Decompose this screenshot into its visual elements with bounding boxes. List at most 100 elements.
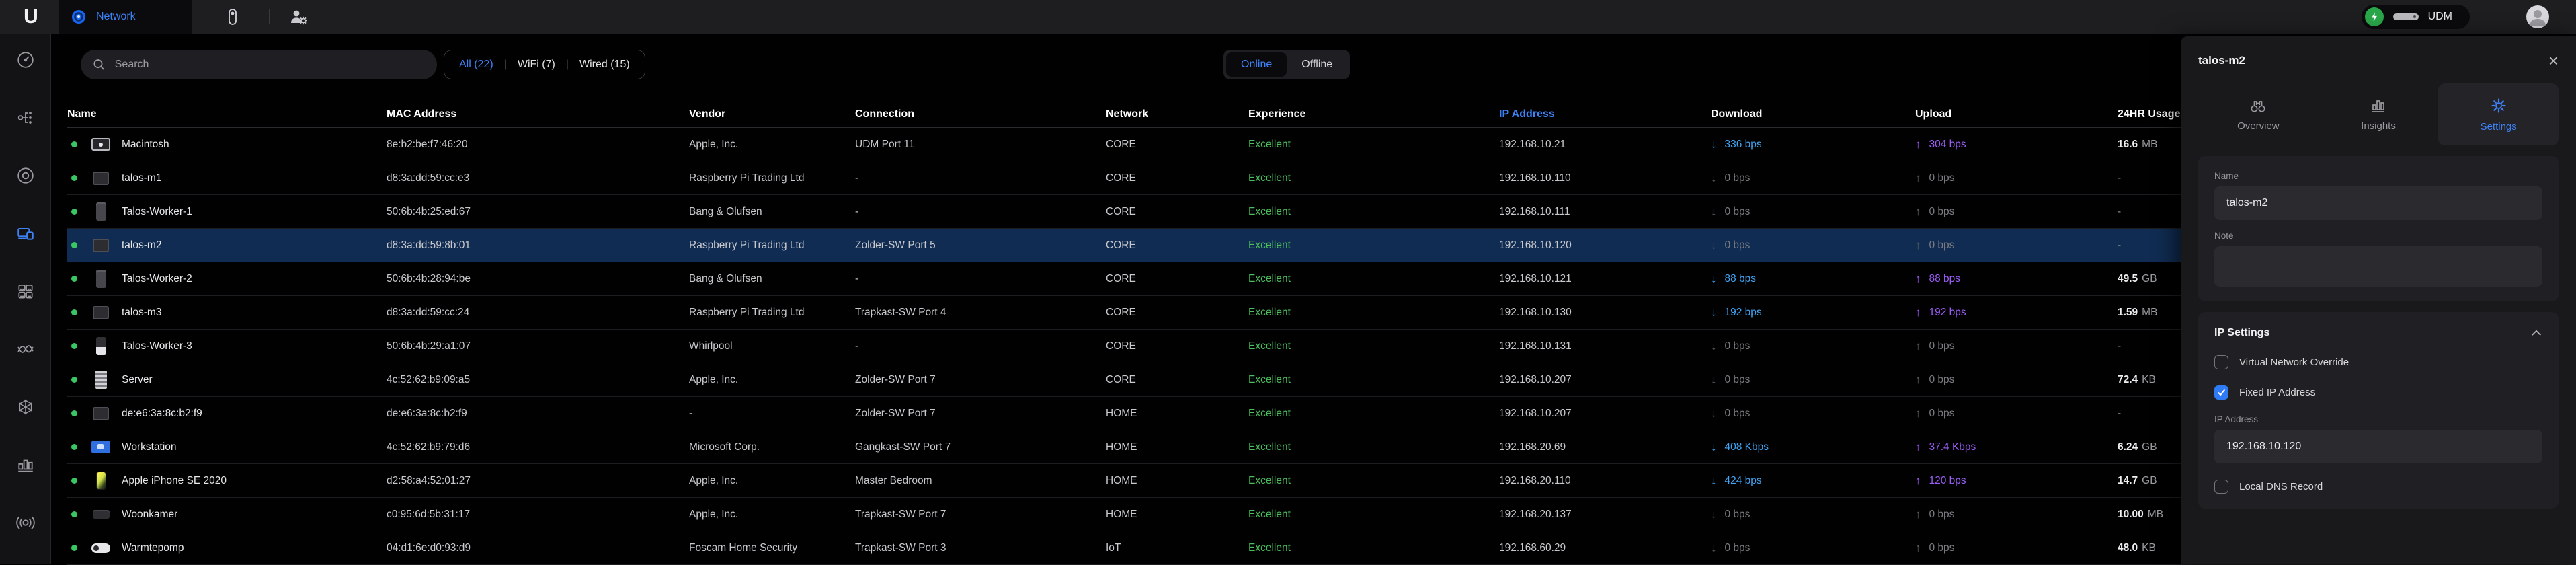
tab-settings[interactable]: Settings	[2438, 83, 2559, 145]
download-cell: ↓408 Kbps	[1711, 441, 1915, 454]
connection: -	[855, 206, 1106, 218]
sidebar-item-sdwan[interactable]	[15, 397, 36, 417]
column-header[interactable]: Name	[67, 108, 387, 120]
checkbox-fixed-ip-address[interactable]: Fixed IP Address	[2214, 385, 2542, 400]
upload-cell: ↑192 bps	[1915, 306, 2118, 319]
mac-address: 04:d1:6e:d0:93:d9	[387, 542, 689, 554]
column-header[interactable]: Vendor	[689, 108, 855, 120]
ip-address: 192.168.10.207	[1499, 408, 1711, 420]
identity-section: Name Note	[2198, 156, 2559, 301]
filter-wired[interactable]: Wired (15)	[579, 59, 630, 71]
note-label: Note	[2214, 231, 2542, 241]
sidebar-item-insights[interactable]	[15, 339, 36, 359]
column-header[interactable]: Download	[1711, 108, 1915, 120]
upload-cell: ↑0 bps	[1915, 541, 2118, 555]
note-field[interactable]	[2214, 246, 2542, 287]
sidebar-item-hotspot[interactable]	[15, 513, 36, 533]
vendor: Apple, Inc.	[689, 475, 855, 487]
experience: Excellent	[1248, 239, 1499, 252]
panel-tabs: Overview Insights Settings	[2198, 83, 2559, 145]
vendor: Raspberry Pi Trading Ltd	[689, 239, 855, 252]
checkbox-local-dns-record[interactable]: Local DNS Record	[2214, 480, 2542, 494]
connection: Gangkast-SW Port 7	[855, 441, 1106, 453]
ip-address: 192.168.60.29	[1499, 542, 1711, 554]
device-icon	[89, 472, 112, 490]
toggle-offline[interactable]: Offline	[1287, 52, 1347, 77]
protect-app-icon[interactable]	[222, 6, 243, 28]
admins-app-icon[interactable]	[288, 6, 309, 28]
tab-insights[interactable]: Insights	[2319, 83, 2439, 145]
device-icon	[89, 306, 112, 319]
search-box[interactable]	[81, 50, 437, 79]
connection: Master Bedroom	[855, 475, 1106, 487]
download-cell: ↓0 bps	[1711, 172, 1915, 185]
insights-icon	[16, 340, 35, 359]
ip-address: 192.168.10.131	[1499, 340, 1711, 352]
search-icon	[93, 58, 106, 71]
unifi-devices-icon	[16, 166, 35, 185]
network: CORE	[1106, 139, 1248, 151]
vendor: Bang & Olufsen	[689, 273, 855, 285]
column-header[interactable]: IP Address	[1499, 108, 1711, 120]
sdwan-icon	[16, 398, 35, 416]
download-cell: ↓0 bps	[1711, 541, 1915, 555]
vendor: Foscam Home Security	[689, 542, 855, 554]
experience: Excellent	[1248, 542, 1499, 554]
network-app-icon	[70, 8, 87, 26]
name-field[interactable]	[2214, 186, 2542, 220]
column-header[interactable]: Upload	[1915, 108, 2118, 120]
connection: Trapkast-SW Port 3	[855, 542, 1106, 554]
filter-divider: |	[504, 59, 507, 71]
experience: Excellent	[1248, 206, 1499, 218]
statistics-icon	[16, 455, 35, 474]
unifi-logo[interactable]: U	[17, 5, 44, 29]
sidebar-item-statistics[interactable]	[15, 455, 36, 475]
device-icon	[89, 172, 112, 185]
sidebar-item-ports[interactable]	[15, 281, 36, 301]
clients-icon	[16, 224, 35, 243]
chevron-up-icon[interactable]	[2530, 329, 2542, 337]
tab-overview[interactable]: Overview	[2198, 83, 2319, 145]
vendor: Microsoft Corp.	[689, 441, 855, 453]
close-icon[interactable]: ×	[2548, 54, 2559, 67]
tab-overview-label: Overview	[2237, 120, 2280, 132]
device-icon	[89, 371, 112, 389]
sidebar-item-unifi-devices[interactable]	[15, 165, 36, 186]
sidebar-item-dashboard[interactable]	[15, 50, 36, 70]
experience: Excellent	[1248, 408, 1499, 420]
upload-cell: ↑37.4 Kbps	[1915, 441, 2118, 454]
download-cell: ↓192 bps	[1711, 306, 1915, 319]
connection: -	[855, 172, 1106, 184]
download-cell: ↓336 bps	[1711, 138, 1915, 151]
column-header[interactable]: Network	[1106, 108, 1248, 120]
checkbox-virtual-network-override[interactable]: Virtual Network Override	[2214, 355, 2542, 369]
network: CORE	[1106, 374, 1248, 386]
user-avatar[interactable]	[2526, 5, 2549, 28]
upload-cell: ↑0 bps	[1915, 508, 2118, 521]
binoculars-icon	[2249, 98, 2267, 114]
toggle-online[interactable]: Online	[1226, 52, 1287, 77]
filter-wifi[interactable]: WiFi (7)	[518, 59, 555, 71]
client-name: Talos-Worker-1	[122, 206, 192, 218]
column-header[interactable]: Connection	[855, 108, 1106, 120]
download-cell: ↓88 bps	[1711, 272, 1915, 286]
search-input[interactable]	[114, 58, 425, 71]
column-header[interactable]: MAC Address	[387, 108, 689, 120]
ip-address-field[interactable]	[2214, 430, 2542, 463]
status-dot-online	[71, 175, 77, 181]
status-dot-online	[71, 545, 77, 551]
sidebar-item-clients[interactable]	[15, 223, 36, 243]
ip-address: 192.168.20.110	[1499, 475, 1711, 487]
column-header[interactable]: Experience	[1248, 108, 1499, 120]
console-switcher[interactable]: UDM	[2362, 5, 2470, 29]
filter-all[interactable]: All (22)	[459, 59, 493, 71]
tab-network[interactable]: Network	[59, 0, 192, 34]
network-app-label: Network	[96, 11, 136, 23]
filter-group: All (22)|WiFi (7)|Wired (15)	[444, 50, 645, 79]
status-dot-online	[71, 141, 77, 147]
status-dot-online	[71, 242, 77, 248]
experience: Excellent	[1248, 307, 1499, 319]
tab-settings-label: Settings	[2481, 121, 2517, 133]
client-name: Workstation	[122, 441, 177, 453]
sidebar-item-topology[interactable]	[15, 108, 36, 128]
